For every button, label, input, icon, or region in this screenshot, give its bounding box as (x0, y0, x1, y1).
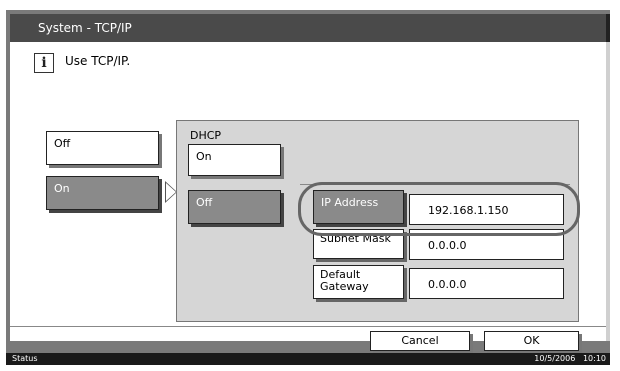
selection-arrow (166, 183, 176, 201)
cancel-button[interactable]: Cancel (370, 331, 470, 351)
default-gateway-field[interactable]: 0.0.0.0 (409, 268, 564, 299)
title-bar: System - TCP/IP (10, 14, 608, 42)
title-bar-edge (606, 14, 610, 42)
status-label[interactable]: Status (12, 353, 38, 365)
default-gateway-button[interactable]: Default Gateway (313, 265, 404, 299)
message-text: Use TCP/IP. (65, 54, 131, 68)
info-icon: i (34, 53, 54, 73)
dhcp-on-button[interactable]: On (188, 144, 281, 176)
tcpip-on-button[interactable]: On (46, 176, 159, 210)
ip-address-highlight (298, 182, 580, 236)
status-bar: Status 10/5/2006 10:10 (6, 353, 610, 365)
dhcp-off-button[interactable]: Off (188, 190, 281, 224)
footer-divider (10, 326, 606, 327)
status-datetime: 10/5/2006 10:10 (534, 354, 606, 363)
tcpip-off-button[interactable]: Off (46, 131, 159, 165)
dhcp-label: DHCP (190, 129, 222, 142)
ok-button[interactable]: OK (484, 331, 579, 351)
